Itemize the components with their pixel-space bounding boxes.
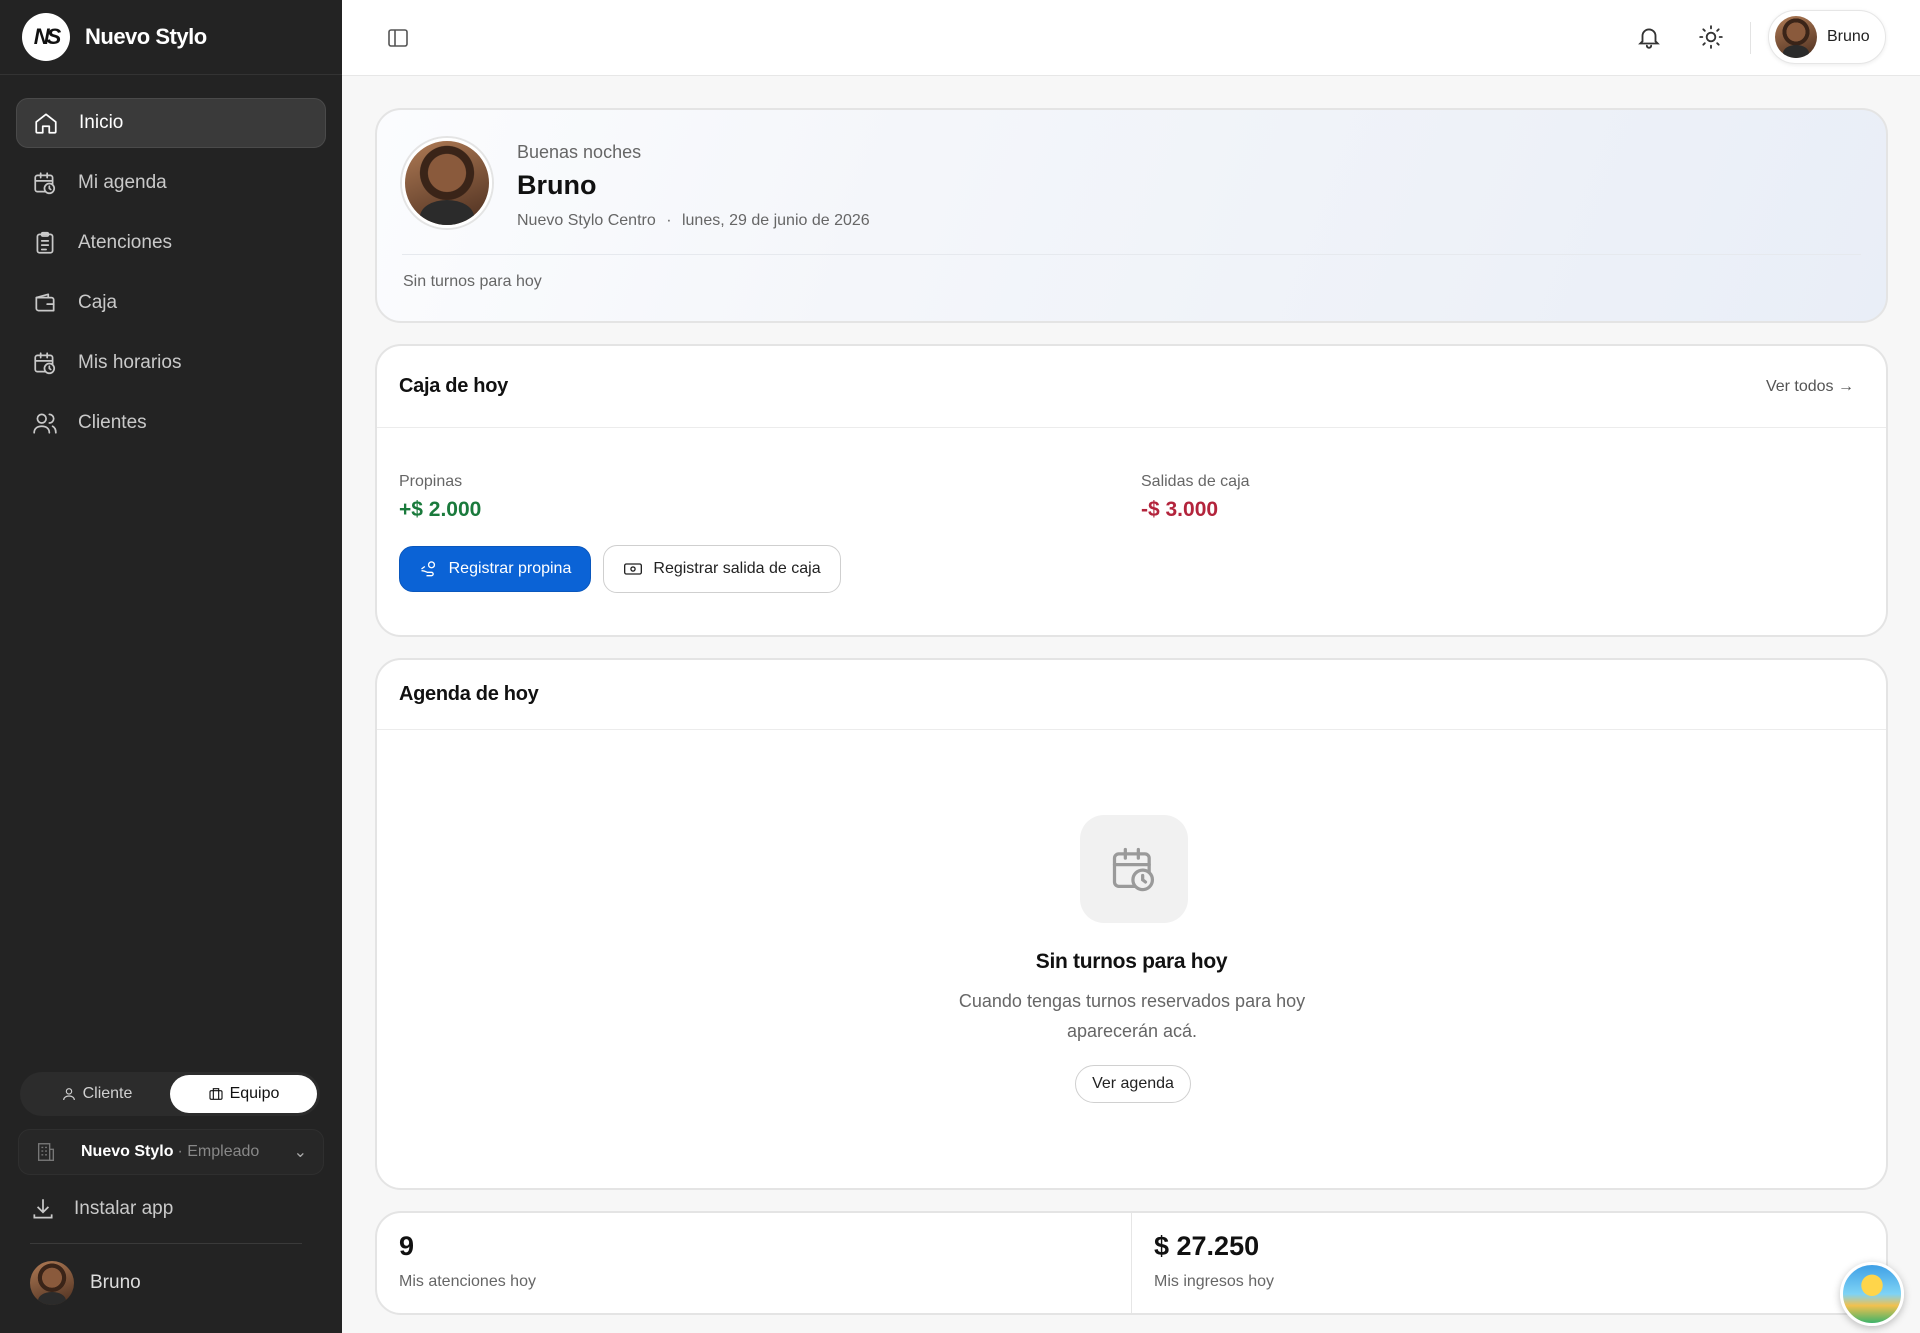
caja-title: Caja de hoy (399, 375, 508, 397)
greeting-status: Sin turnos para hoy (403, 273, 542, 290)
org-switcher[interactable]: Nuevo Stylo · Empleado ⌄ (18, 1129, 324, 1175)
empty-state-icon-box (1080, 815, 1188, 923)
sidebar-item-mis-horarios[interactable]: Mis horarios (16, 338, 326, 388)
topbar-separator (1750, 22, 1751, 54)
notifications-button[interactable] (1636, 24, 1664, 52)
briefcase-icon (209, 1088, 223, 1100)
install-app-label: Instalar app (74, 1198, 174, 1219)
toggle-sidebar-button[interactable] (386, 26, 410, 50)
sidebar-user-name: Bruno (90, 1272, 141, 1293)
outflows-label: Salidas de caja (1141, 473, 1250, 490)
register-tip-button[interactable]: Registrar propina (399, 546, 591, 592)
home-icon (33, 110, 59, 136)
calendar-clock-icon (32, 170, 58, 196)
outflows-value: -$ 3.000 (1141, 498, 1219, 521)
empty-state-title: Sin turnos para hoy (1035, 950, 1228, 973)
hand-coins-icon (420, 561, 435, 577)
stats-card: 9 Mis atenciones hoy $ 27.250 Mis ingres… (375, 1211, 1888, 1315)
topbar: Bruno (342, 0, 1920, 76)
mode-toggle: Cliente Equipo (20, 1072, 320, 1116)
stat-attentions: 9 Mis atenciones hoy (377, 1213, 1131, 1313)
tips-value: +$ 2.000 (399, 498, 482, 521)
theme-toggle-button[interactable] (1698, 24, 1726, 52)
org-name: Nuevo Stylo (81, 1143, 174, 1160)
sidebar-item-label: Mis horarios (78, 352, 182, 373)
greeting-location: Nuevo Stylo Centro (517, 212, 656, 229)
toggle-cliente[interactable]: Cliente (23, 1075, 170, 1113)
caja-header: Caja de hoy Ver todos → (377, 346, 1886, 428)
sidebar-nav: Inicio Mi agenda Atenciones Caja Mis hor… (0, 75, 342, 448)
user-menu-button[interactable]: Bruno (1768, 10, 1886, 64)
greeting-salutation: Buenas noches (517, 142, 642, 162)
sidebar-item-label: Inicio (79, 112, 124, 133)
sidebar-item-clientes[interactable]: Clientes (16, 398, 326, 448)
agenda-title: Agenda de hoy (399, 683, 539, 705)
user-icon (62, 1088, 75, 1101)
sidebar: NS Nuevo Stylo Inicio Mi agenda Atencion… (0, 0, 342, 1333)
sidebar-item-mi-agenda[interactable]: Mi agenda (16, 158, 326, 208)
banknote-icon (624, 563, 643, 575)
wallet-icon (32, 290, 58, 316)
sidebar-item-label: Mi agenda (78, 172, 167, 193)
sidebar-divider (30, 1243, 302, 1244)
avatar (1775, 16, 1817, 58)
meta-separator: · (666, 212, 672, 229)
building-icon (37, 1143, 55, 1161)
sidebar-item-label: Clientes (78, 412, 147, 433)
user-menu-name: Bruno (1827, 28, 1870, 45)
chevron-down-icon: ⌄ (293, 1144, 307, 1161)
greeting-meta: Nuevo Stylo Centro · lunes, 29 de junio … (517, 212, 870, 230)
avatar (30, 1261, 74, 1305)
stat-income: $ 27.250 Mis ingresos hoy (1131, 1213, 1886, 1313)
greeting-card: Buenas noches Bruno Nuevo Stylo Centro ·… (375, 108, 1888, 323)
calendar-clock-icon (32, 350, 58, 376)
attentions-value: 9 (399, 1231, 415, 1261)
brand-name: Nuevo Stylo (85, 24, 207, 49)
profile-avatar (402, 138, 492, 228)
sidebar-item-caja[interactable]: Caja (16, 278, 326, 328)
greeting-divider (402, 254, 1861, 255)
income-label: Mis ingresos hoy (1154, 1273, 1275, 1290)
view-agenda-button[interactable]: Ver agenda (1075, 1065, 1191, 1103)
download-icon (33, 1199, 53, 1219)
clipboard-icon (32, 230, 58, 256)
toggle-equipo-label: Equipo (229, 1085, 280, 1102)
sidebar-item-atenciones[interactable]: Atenciones (16, 218, 326, 268)
org-role: · Empleado (177, 1143, 260, 1160)
sidebar-item-inicio[interactable]: Inicio (16, 98, 326, 148)
empty-state-description: Cuando tengas turnos reservados para hoy… (958, 991, 1306, 1041)
sidebar-item-label: Caja (78, 292, 118, 313)
brand-logo-text: NS (33, 24, 62, 49)
register-tip-label: Registrar propina (448, 560, 572, 577)
register-outflow-button[interactable]: Registrar salida de caja (603, 545, 841, 593)
sidebar-user[interactable]: Bruno (30, 1261, 141, 1305)
sun-icon (1699, 25, 1723, 49)
brand-logo[interactable]: NS (22, 13, 70, 61)
greeting-date: lunes, 29 de junio de 2026 (681, 212, 870, 229)
income-value: $ 27.250 (1154, 1231, 1260, 1261)
install-app-button[interactable]: Instalar app (30, 1196, 173, 1222)
greeting-name: Bruno (517, 170, 597, 200)
register-outflow-label: Registrar salida de caja (653, 560, 821, 577)
users-icon (32, 410, 58, 436)
calendar-clock-icon (1112, 847, 1155, 892)
caja-card: Caja de hoy Ver todos → Propinas +$ 2.00… (375, 344, 1888, 637)
agenda-header: Agenda de hoy (377, 660, 1886, 730)
toggle-equipo[interactable]: Equipo (170, 1075, 317, 1113)
attentions-label: Mis atenciones hoy (399, 1273, 536, 1290)
tips-label: Propinas (399, 473, 463, 490)
sidebar-item-label: Atenciones (78, 232, 173, 253)
brand-header: NS Nuevo Stylo (0, 0, 342, 75)
toggle-cliente-label: Cliente (82, 1085, 133, 1102)
view-all-link[interactable]: Ver todos → (1766, 378, 1864, 396)
floating-app-button[interactable] (1840, 1262, 1904, 1326)
bell-icon (1638, 28, 1660, 49)
agenda-card: Agenda de hoy Sin turnos para hoy Cuando… (375, 658, 1888, 1190)
sidebar-panel-icon (388, 29, 408, 47)
